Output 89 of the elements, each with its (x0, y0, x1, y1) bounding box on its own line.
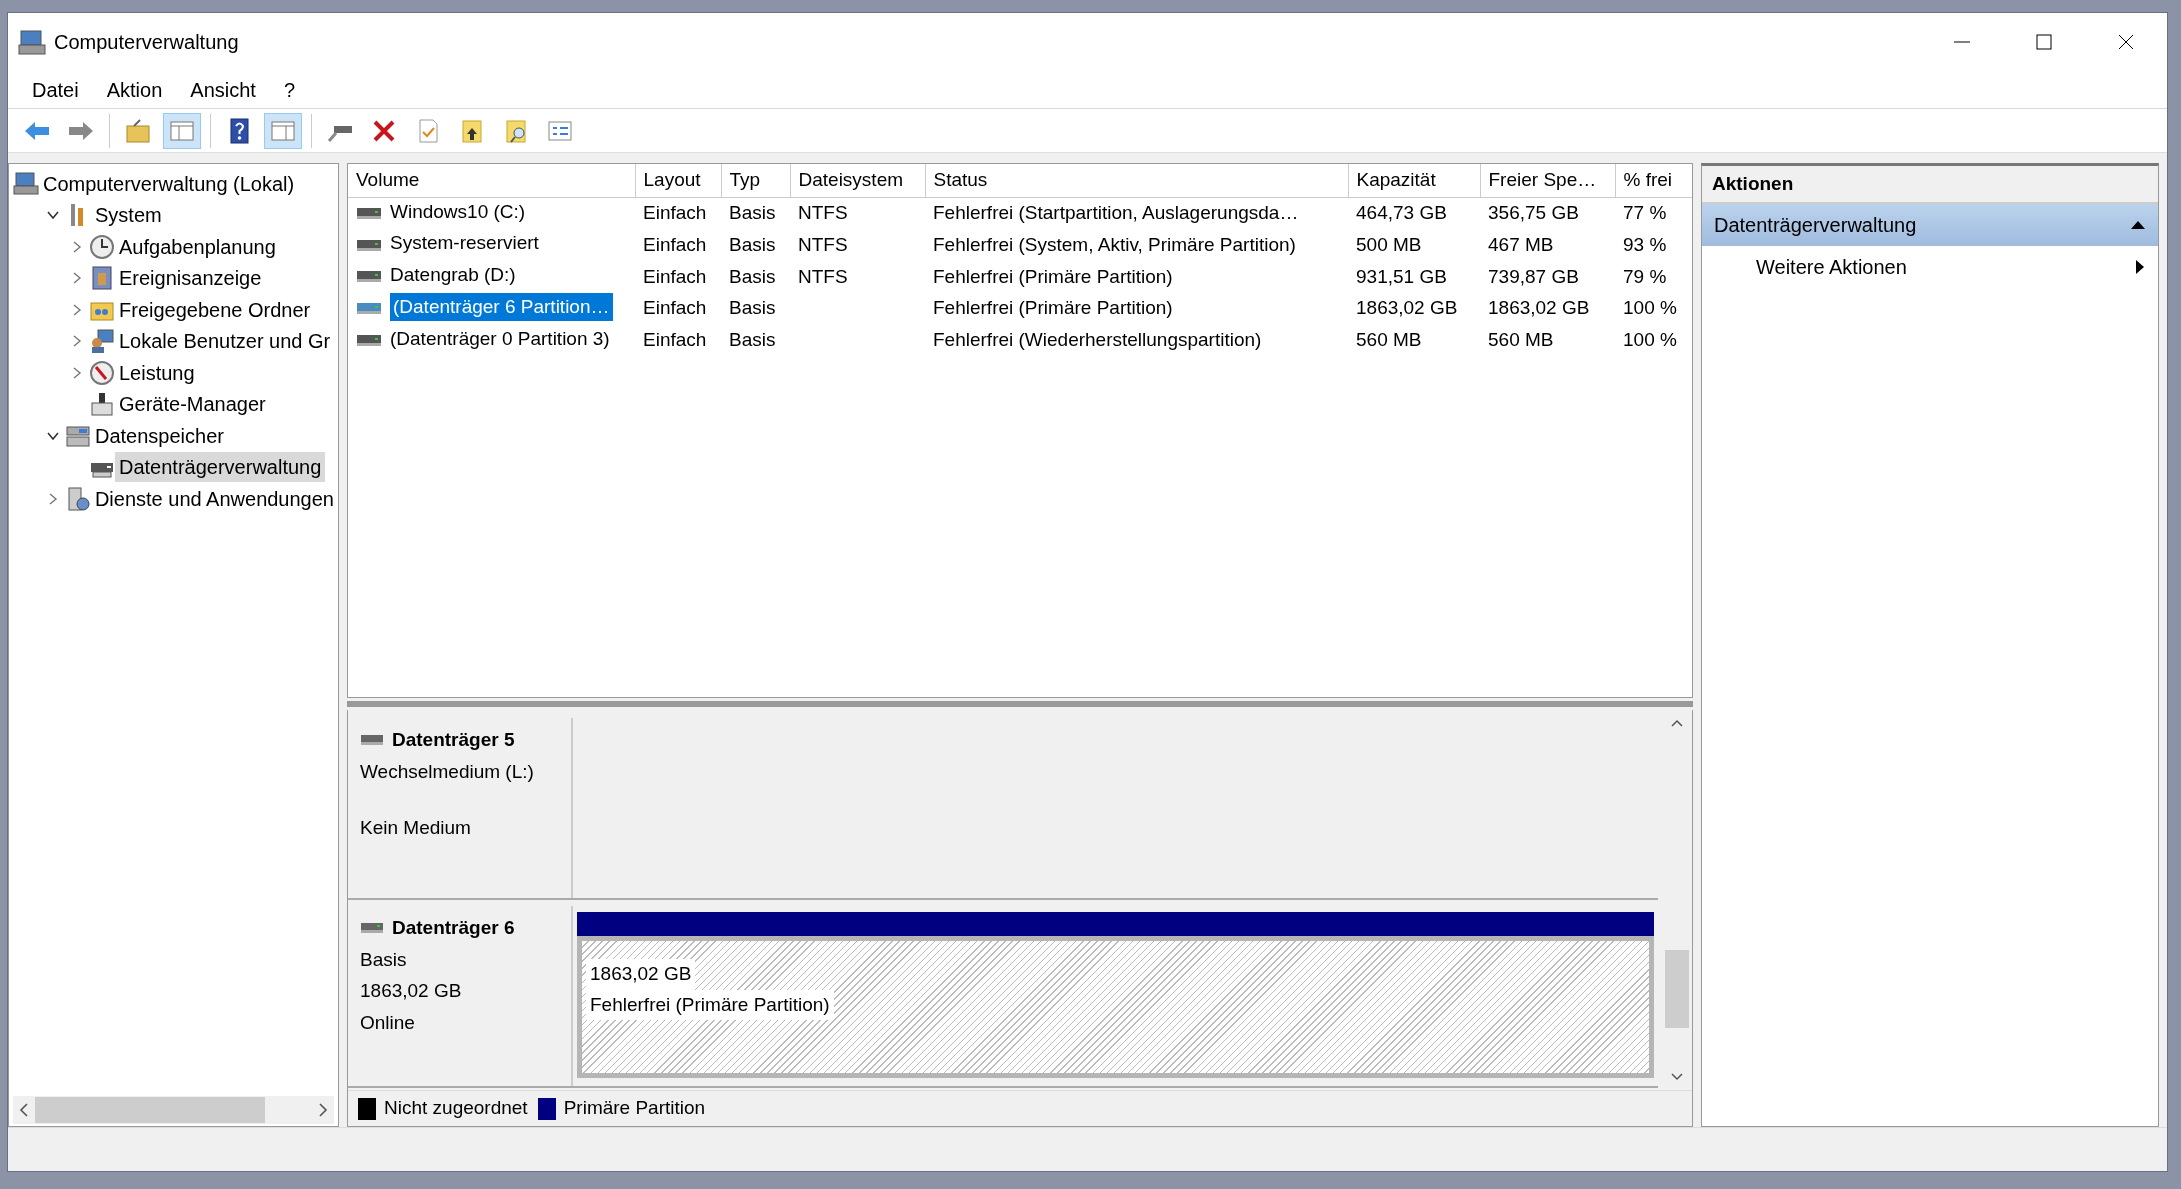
table-cell: 1863,02 GB (1488, 297, 1590, 319)
table-cell: 77 % (1623, 202, 1667, 224)
menu-item[interactable]: Ansicht (176, 74, 270, 105)
table-cell: Einfach (643, 202, 707, 224)
tree-item[interactable]: Freigegebene Ordner (115, 294, 315, 325)
table-cell: Fehlerfrei (Wiederherstellungspartition) (933, 329, 1262, 351)
tree-item[interactable]: Datenträgerverwaltung (115, 452, 326, 483)
tree-item[interactable]: Geräte-Manager (115, 389, 270, 420)
legend-label: Nicht zugeordnet (384, 1096, 528, 1121)
table-cell: 79 % (1623, 265, 1667, 287)
tree-item[interactable]: Lokale Benutzer und Gr (115, 326, 335, 357)
scroll-thumb[interactable] (1665, 950, 1689, 1028)
maximize-icon (2036, 34, 2052, 50)
disk-name: Datenträger 6 (392, 916, 515, 940)
column-header[interactable]: Dateisystem (790, 164, 925, 197)
disk-info: Basis (360, 947, 408, 972)
table-cell: 739,87 GB (1488, 265, 1579, 287)
table-cell: Fehlerfrei (Primäre Partition) (933, 265, 1173, 287)
volume-name[interactable]: Windows10 (C:) (390, 197, 526, 226)
tree-item[interactable]: Computerverwaltung (Lokal) (39, 168, 299, 199)
partition-size: 1863,02 GB (586, 959, 696, 990)
device-icon (89, 391, 115, 418)
disk-status: Kein Medium (360, 816, 472, 840)
volume-name[interactable]: (Datenträger 6 Partition… (390, 292, 613, 322)
column-header[interactable]: Status (925, 164, 1348, 197)
minimize-icon (1954, 41, 1970, 43)
column-header[interactable]: Typ (721, 164, 790, 197)
tree-item[interactable]: Datenspeicher (91, 420, 228, 451)
table-cell: Basis (729, 233, 776, 255)
tree-item[interactable]: Ereignisanzeige (115, 263, 266, 294)
table-cell: Einfach (643, 233, 707, 255)
disk-info: Wechselmedium (L:) (360, 759, 535, 784)
table-cell: 100 % (1623, 329, 1677, 351)
table-cell: Basis (729, 329, 776, 351)
table-cell: 931,51 GB (1356, 265, 1447, 287)
table-cell: 356,75 GB (1488, 202, 1579, 224)
table-cell: Fehlerfrei (System, Aktiv, Primäre Partition) (933, 233, 1296, 255)
table-cell: 93 % (1623, 233, 1667, 255)
computer-icon (13, 170, 39, 197)
tree-item[interactable]: System (91, 200, 166, 231)
tree-item[interactable]: Leistung (115, 357, 199, 388)
submenu-triangle-icon (2134, 259, 2146, 275)
table-cell: NTFS (798, 233, 848, 255)
disk-name: Datenträger 5 (392, 728, 515, 752)
column-header[interactable]: % frei (1615, 164, 1692, 197)
column-header[interactable]: Freier Spe… (1480, 164, 1615, 197)
volume-name[interactable]: System-reserviert (390, 229, 539, 258)
column-header[interactable]: Volume (348, 164, 635, 197)
table-cell: Basis (729, 265, 776, 287)
table-cell: 500 MB (1356, 233, 1422, 255)
table-cell: 1863,02 GB (1356, 297, 1458, 319)
table-cell: 464,73 GB (1356, 202, 1447, 224)
menu-item[interactable]: Aktion (92, 74, 177, 105)
disk-info: Online (360, 1010, 416, 1035)
tree-item[interactable]: Aufgabenplanung (115, 231, 280, 262)
table-cell: NTFS (798, 265, 848, 287)
table-cell: Einfach (643, 297, 707, 319)
table-cell: Einfach (643, 265, 707, 287)
computer-icon (18, 28, 46, 56)
table-cell: Fehlerfrei (Startpartition, Auslagerungsda… (933, 202, 1299, 224)
table-cell: 100 % (1623, 297, 1677, 319)
actions-heading: Aktionen (1702, 166, 2158, 204)
table-cell: 560 MB (1356, 329, 1422, 351)
horizontal-scrollbar[interactable] (13, 1096, 334, 1124)
menu-item[interactable]: Datei (18, 74, 93, 105)
table-cell: 467 MB (1488, 233, 1554, 255)
tree-item[interactable]: Dienste und Anwendungen (90, 483, 338, 514)
partition-status: Fehlerfrei (Primäre Partition) (586, 989, 834, 1020)
menu-item[interactable]: ? (269, 74, 309, 105)
volume-name[interactable]: Datengrab (D:) (390, 261, 516, 290)
column-header[interactable]: Kapazität (1348, 164, 1480, 197)
gauge-icon (89, 359, 115, 386)
volume-name[interactable]: (Datenträger 0 Partition 3) (390, 324, 610, 353)
legend-label: Primäre Partition (563, 1096, 706, 1121)
clock-icon (89, 233, 115, 260)
window-title: Computerverwaltung (54, 30, 239, 55)
table-cell: Fehlerfrei (Primäre Partition) (933, 297, 1173, 319)
column-header[interactable]: Layout (635, 164, 721, 197)
folder-icon (124, 116, 152, 145)
table-cell: Basis (729, 202, 776, 224)
users-icon (89, 328, 115, 355)
action-item[interactable]: Weitere Aktionen (1756, 252, 1907, 282)
table-cell: 560 MB (1488, 329, 1554, 351)
table-cell: Basis (729, 297, 776, 319)
close-icon (2118, 34, 2134, 50)
disk-info: 1863,02 GB (360, 979, 463, 1003)
table-cell: NTFS (798, 202, 848, 224)
partition-block[interactable]: 1863,02 GB Fehlerfrei (Primäre Partition) (577, 936, 1654, 1078)
table-cell: Einfach (643, 329, 707, 351)
